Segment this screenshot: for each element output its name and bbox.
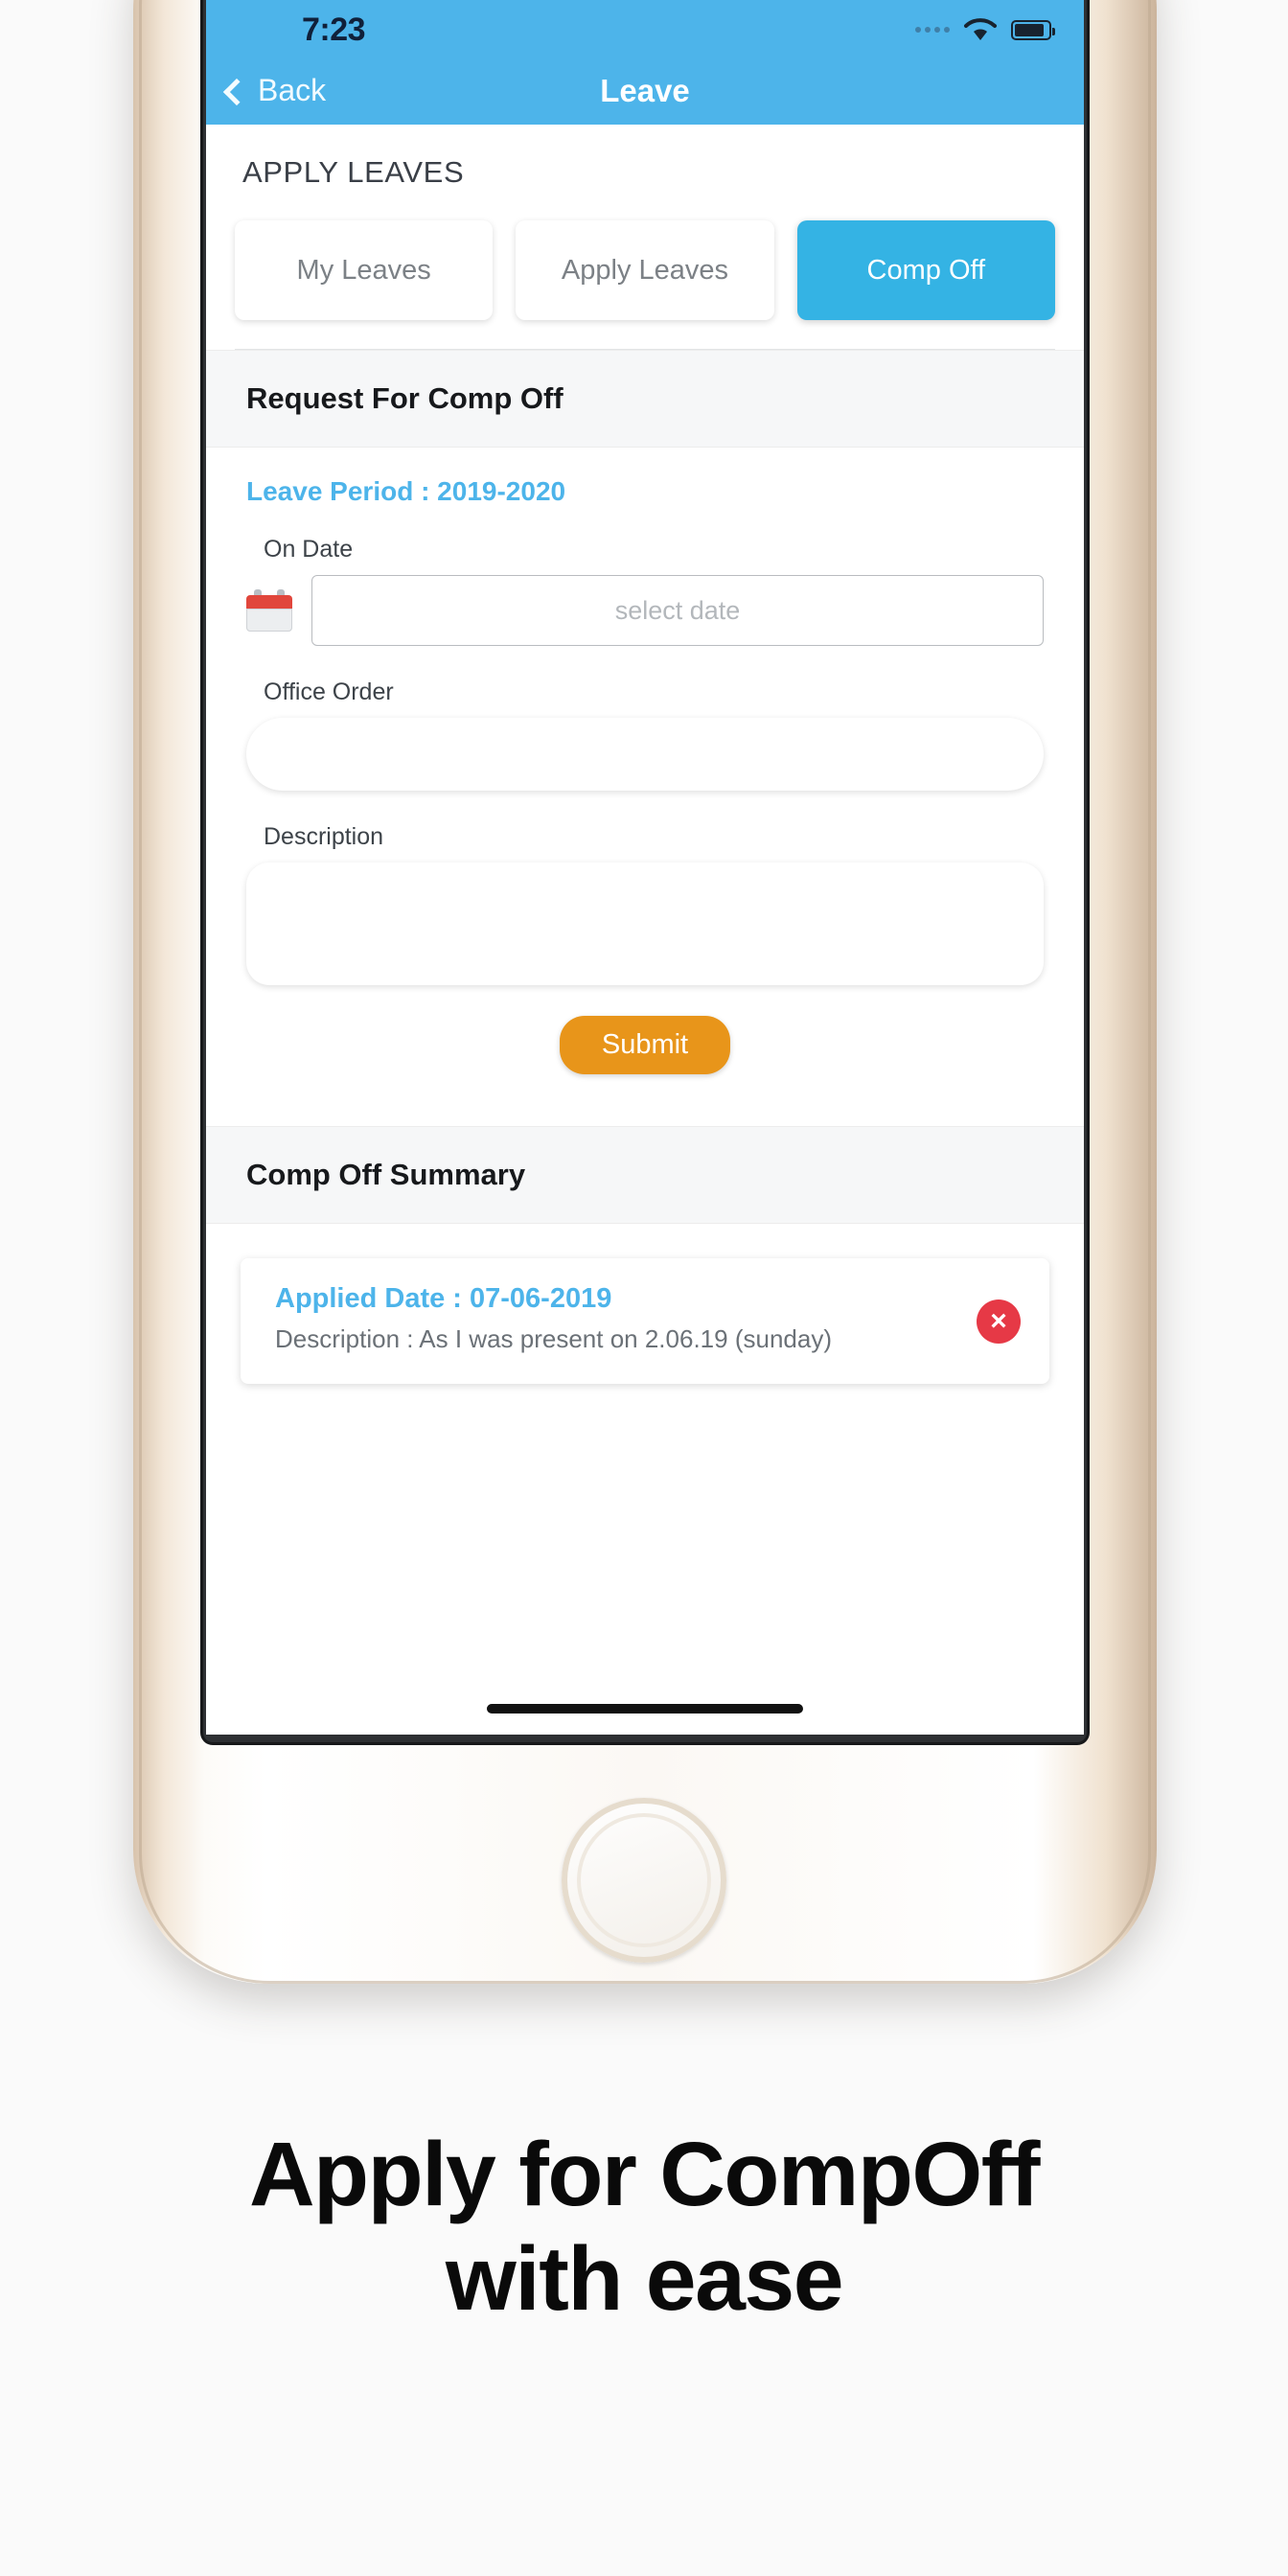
- summary-section-header: Comp Off Summary: [206, 1126, 1084, 1224]
- submit-row: Submit: [246, 1012, 1044, 1107]
- list-item[interactable]: Applied Date : 07-06-2019 Description : …: [241, 1258, 1049, 1385]
- delete-circle-icon[interactable]: ×: [977, 1299, 1021, 1344]
- request-section-header: Request For Comp Off: [206, 350, 1084, 448]
- date-input[interactable]: select date: [311, 575, 1044, 646]
- status-bar: 7:23: [206, 0, 1084, 59]
- applied-date: Applied Date : 07-06-2019: [275, 1283, 612, 1314]
- caption-line-2: with ease: [445, 2228, 844, 2331]
- caption: Apply for CompOff with ease: [0, 2123, 1288, 2333]
- signal-dots-icon: [915, 27, 950, 33]
- summary-list: Applied Date : 07-06-2019 Description : …: [206, 1224, 1084, 1433]
- home-indicator: [487, 1704, 803, 1714]
- item-description: Description : As I was present on 2.06.1…: [275, 1324, 832, 1353]
- office-order-input[interactable]: [246, 718, 1044, 791]
- section-heading: APPLY LEAVES: [242, 155, 465, 189]
- tab-apply-leaves-label: Apply Leaves: [561, 254, 729, 286]
- status-icons: [915, 17, 1055, 42]
- leave-period-label: Leave Period : 2019-2020: [246, 476, 566, 506]
- screenshot-root: 7:23 Back Leave APPLY LEAVES My Leaves A…: [0, 0, 1288, 2576]
- description-input[interactable]: [246, 862, 1044, 985]
- status-time: 7:23: [302, 12, 366, 48]
- tab-apply-leaves[interactable]: Apply Leaves: [516, 220, 774, 320]
- on-date-row: select date: [246, 575, 1044, 646]
- tab-comp-off[interactable]: Comp Off: [796, 220, 1055, 320]
- comp-off-form: Leave Period : 2019-2020 On Date select …: [206, 448, 1084, 1126]
- delete-glyph: ×: [990, 1304, 1007, 1337]
- submit-button[interactable]: Submit: [559, 1016, 731, 1074]
- nav-bar: Back Leave: [206, 59, 1084, 125]
- office-order-label: Office Order: [264, 678, 394, 705]
- phone-screen: 7:23 Back Leave APPLY LEAVES My Leaves A…: [206, 0, 1084, 1735]
- on-date-label: On Date: [264, 536, 354, 563]
- description-label: Description: [264, 823, 384, 850]
- tab-my-leaves-label: My Leaves: [296, 254, 431, 286]
- battery-charging-icon: [1011, 19, 1055, 40]
- tab-comp-off-label: Comp Off: [866, 254, 986, 286]
- home-button[interactable]: [562, 1798, 726, 1963]
- wifi-icon: [964, 18, 997, 40]
- page-title: Leave: [600, 73, 690, 108]
- tab-bar: My Leaves Apply Leaves Comp Off: [206, 215, 1084, 320]
- tab-my-leaves[interactable]: My Leaves: [235, 220, 494, 320]
- caption-line-1: Apply for CompOff: [248, 2124, 1041, 2225]
- calendar-icon[interactable]: [246, 589, 292, 632]
